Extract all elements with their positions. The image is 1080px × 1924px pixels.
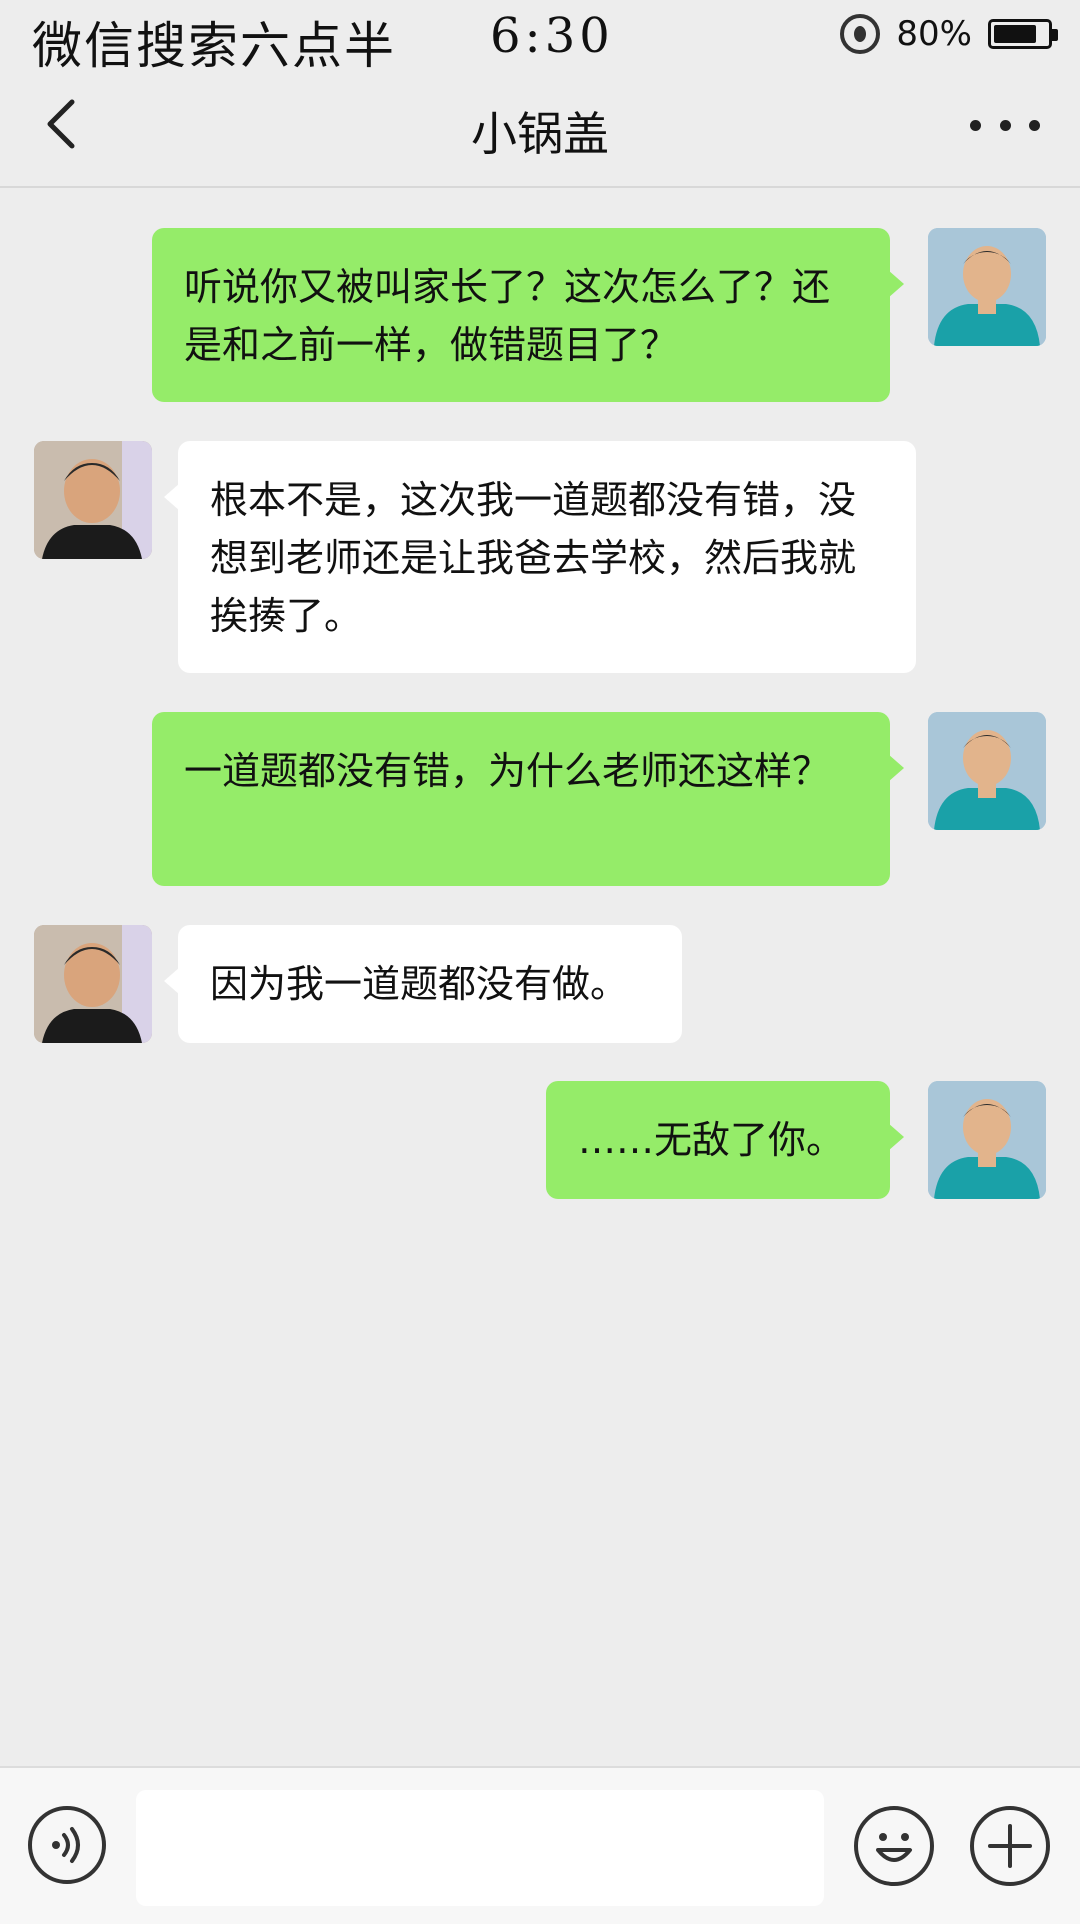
status-time: 6:30 (490, 8, 614, 64)
message-list[interactable]: 听说你又被叫家长了？这次怎么了？还是和之前一样，做错题目了？ 根本不是，这次我一… (0, 188, 1080, 1768)
message-bubble[interactable]: 根本不是，这次我一道题都没有错，没想到老师还是让我爸去学校，然后我就挨揍了。 (164, 441, 916, 673)
message-bubble[interactable]: 一道题都没有错，为什么老师还这样？ (152, 712, 904, 886)
plus-button[interactable] (970, 1806, 1050, 1886)
emoji-icon (876, 1833, 912, 1862)
chat-title: 小锅盖 (471, 107, 609, 161)
avatar-image (928, 1081, 1046, 1199)
avatar-image (928, 712, 1046, 830)
message-input[interactable] (136, 1790, 824, 1906)
plus-icon (988, 1824, 1032, 1868)
avatar-image (34, 441, 152, 559)
alarm-icon (840, 14, 881, 54)
voice-button[interactable] (28, 1806, 106, 1884)
status-carrier: 微信搜索六点半 (32, 17, 396, 75)
battery-icon (988, 19, 1058, 49)
avatar-other[interactable] (34, 441, 152, 559)
more-dots-icon (970, 119, 981, 131)
battery-percent: 80% (896, 14, 972, 54)
avatar-other[interactable] (34, 925, 152, 1043)
more-button[interactable] (970, 110, 1040, 140)
message-bubble[interactable]: 因为我一道题都没有做。 (164, 925, 682, 1043)
avatar-self[interactable] (928, 228, 1046, 346)
battery-fill (994, 25, 1036, 43)
chat-header: 小锅盖 (0, 70, 1080, 188)
status-bar: 微信搜索六点半 6:30 80% (0, 0, 1080, 75)
message-bubble[interactable]: 听说你又被叫家长了？这次怎么了？还是和之前一样，做错题目了？ (152, 228, 904, 402)
avatar-self[interactable] (928, 712, 1046, 830)
avatar-image (928, 228, 1046, 346)
voice-icon (52, 1827, 80, 1863)
avatar-image (34, 925, 152, 1043)
status-indicators: 80% (840, 12, 1058, 56)
avatar-self[interactable] (928, 1081, 1046, 1199)
emoji-button[interactable] (854, 1806, 934, 1886)
message-bubble[interactable]: ……无敌了你。 (546, 1081, 904, 1199)
input-bar (0, 1766, 1080, 1924)
